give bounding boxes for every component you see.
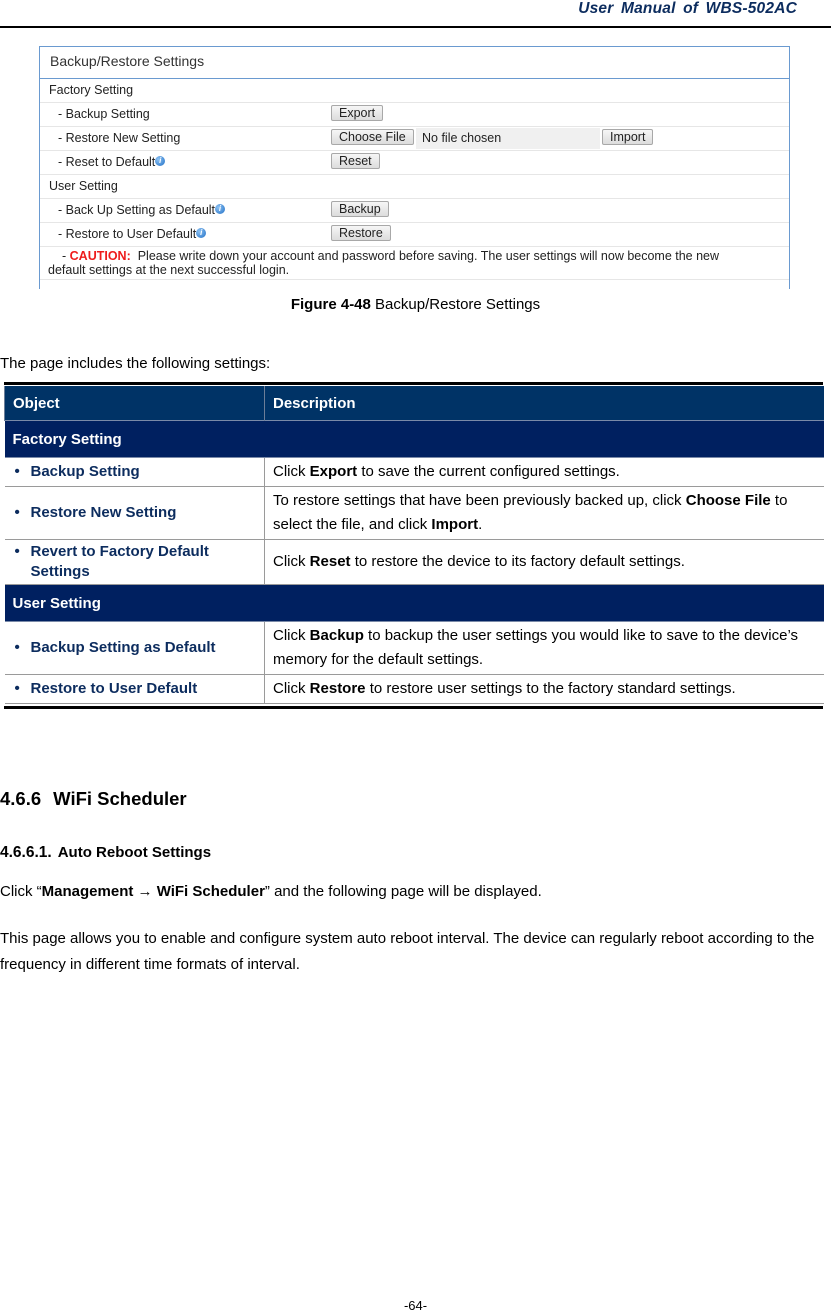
caution-text-line2: default settings at the next successful … [48,263,290,277]
choose-file-button[interactable]: Choose File [331,129,414,145]
restore-button[interactable]: Restore [331,225,391,241]
table-bottom-rule [4,706,823,709]
caution-text-line1: Please write down your account and passw… [137,249,720,263]
figure-panel-title: Backup/Restore Settings [40,47,789,79]
intro-text: The page includes the following settings… [0,355,271,372]
object-name: Restore New Setting [30,504,177,521]
backup-setting-row: - Backup Setting Export [40,103,789,127]
file-status: No file chosen [416,128,600,149]
header-object: Object [4,386,265,421]
object-cell: • Backup Setting [4,457,265,487]
backup-restore-screenshot: Backup/Restore Settings Factory Setting … [39,46,790,289]
section-title: User Setting [4,584,824,622]
object-name-line2: Settings [30,563,90,580]
caution-label: CAUTION: [69,249,131,263]
section-heading: 4.6.6 WiFi Scheduler [0,788,187,809]
page-number: -64- [403,1298,428,1313]
table-row: • Backup Setting Click Export to save the … [4,457,824,487]
description-cell: To restore settings that have been previ… [264,486,824,540]
table-top-rule [4,382,823,385]
backup-as-default-row: - Back Up Setting as Default i Backup [40,199,789,223]
figure-caption: Figure 4-48 Backup/Restore Settings [290,296,541,313]
description-cell: Click Reset to restore the device to its… [264,539,824,585]
object-cell: • Backup Setting as Default [4,621,265,675]
restore-new-setting-label: - Restore New Setting [58,131,181,145]
subsection-heading: 4.6.6.1. Auto Reboot Settings [0,844,212,861]
bullet-icon: • [14,463,20,480]
navigation-instruction: Click “Management → WiFi Scheduler” and … [0,883,542,900]
description-paragraph: This page allows you to enable and confi… [0,930,815,973]
import-button[interactable]: Import [602,129,654,145]
export-button[interactable]: Export [331,105,384,121]
user-setting-section: User Setting [40,175,789,199]
table-row: • Revert to Factory Default Settings Click … [4,539,824,585]
object-cell: • Restore to User Default [4,674,265,704]
info-icon[interactable]: i [155,156,166,166]
reset-to-default-row: - Reset to Default i Reset [40,151,789,175]
reset-button[interactable]: Reset [331,153,380,169]
header-rule [0,26,831,28]
table-header-row: Object Description [4,386,824,421]
bullet-icon: • [14,504,20,521]
object-name: Restore to User Default [30,680,198,697]
section-title: Factory Setting [4,420,824,458]
description-cell: Click Restore to restore user settings t… [264,674,824,704]
header-description: Description [264,386,824,421]
table-row: • Restore New Setting To restore settings … [4,486,824,540]
object-name: Backup Setting as Default [30,639,216,656]
restore-user-default-row: - Restore to User Default i Restore [40,223,789,247]
backup-button[interactable]: Backup [331,201,389,217]
factory-setting-section: Factory Setting [40,79,789,103]
restore-user-default-label: - Restore to User Default [58,227,197,241]
object-cell: • Revert to Factory Default Settings [4,539,265,585]
info-icon[interactable]: i [196,228,207,238]
table-row: • Backup Setting as Default Click Backup t… [4,621,824,675]
bullet-icon: • [14,680,20,697]
manual-title: User Manual of WBS-502AC [578,0,797,17]
bullet-icon: • [14,639,20,656]
page-header: User Manual of WBS-502AC [0,0,831,30]
object-cell: • Restore New Setting [4,486,265,540]
backup-as-default-label: - Back Up Setting as Default [58,203,216,217]
table-section-row: Factory Setting [4,420,824,458]
object-name: Revert to Factory Default [30,543,209,560]
info-icon[interactable]: i [215,204,226,214]
caution-note: - CAUTION: Please write down your accoun… [40,247,789,280]
object-name: Backup Setting [30,463,140,480]
description-cell: Click Backup to backup the user settings… [264,621,824,675]
backup-setting-label: - Backup Setting [58,107,150,121]
restore-new-setting-row: - Restore New Setting Choose File No fil… [40,127,789,151]
reset-to-default-label: - Reset to Default [58,155,156,169]
table-row: • Restore to User Default Click Restore to… [4,674,824,704]
description-cell: Click Export to save the current configu… [264,457,824,487]
bullet-icon: • [14,543,20,560]
settings-table: Object Description Factory Setting • Backu… [4,382,824,709]
table-section-row: User Setting [4,584,824,622]
